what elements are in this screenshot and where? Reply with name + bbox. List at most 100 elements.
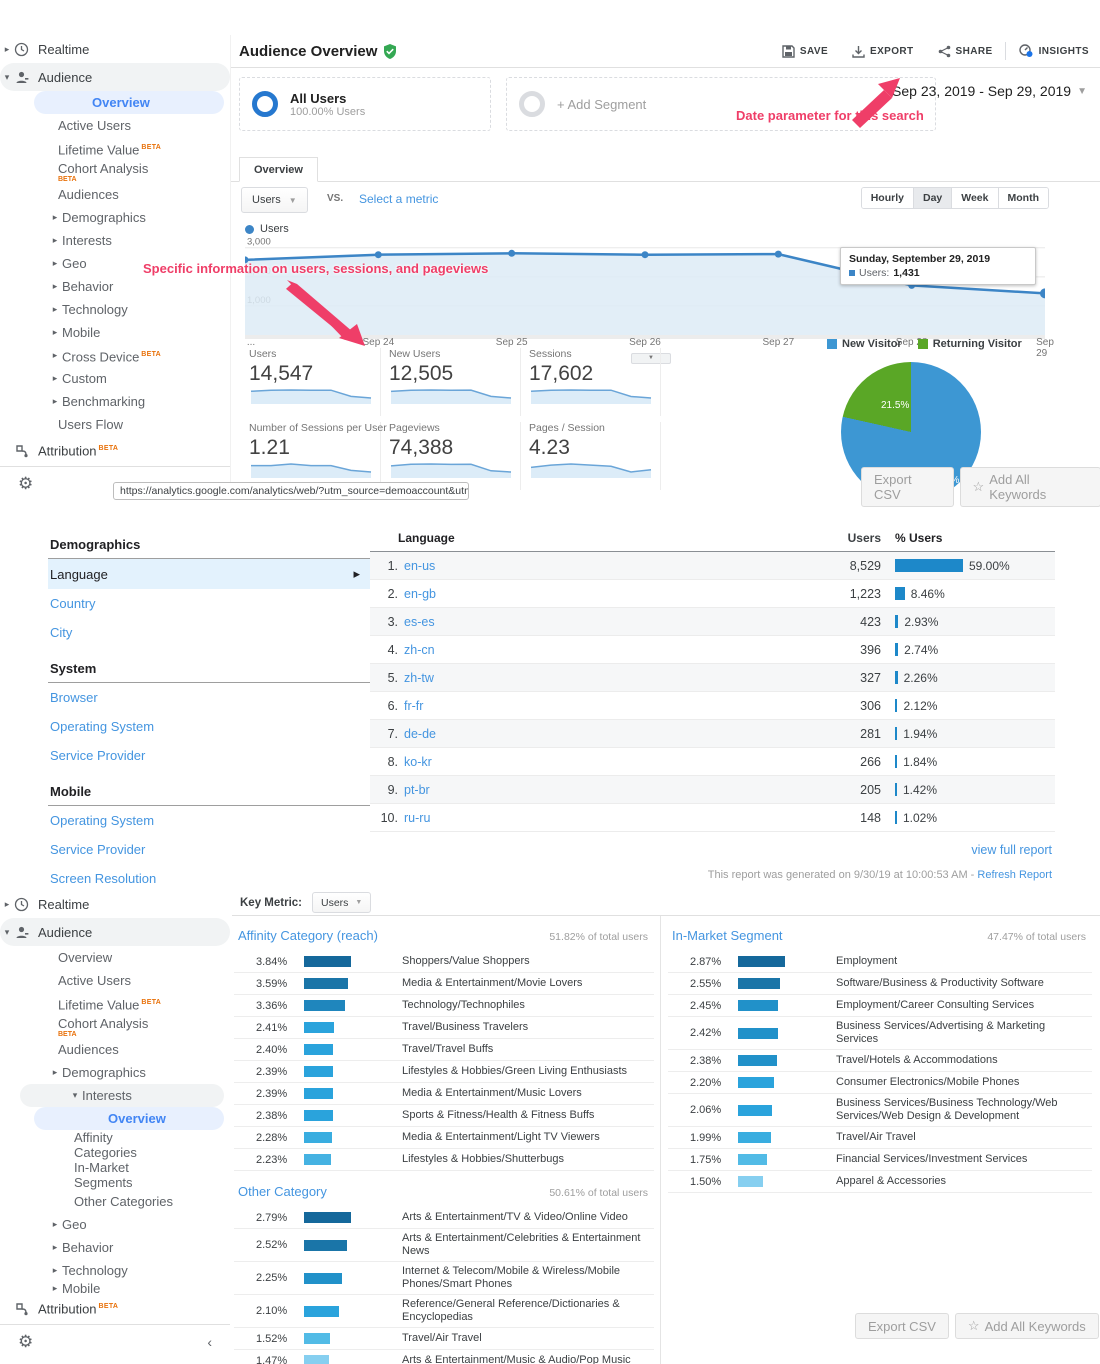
- sidebar-item-demographics[interactable]: ▸Demographics: [0, 206, 230, 229]
- table-row[interactable]: 6.fr-fr3062.12%: [370, 692, 1055, 720]
- language-link[interactable]: ru-ru: [404, 811, 811, 825]
- table-row[interactable]: 9.pt-br2051.42%: [370, 776, 1055, 804]
- sidebar-item-other-categories[interactable]: Other Categories: [0, 1190, 230, 1213]
- sidebar-item-audiences[interactable]: Audiences: [0, 183, 230, 206]
- table-row[interactable]: 3.es-es4232.93%: [370, 608, 1055, 636]
- language-link[interactable]: zh-tw: [404, 671, 811, 685]
- nav-link-screen-resolution[interactable]: Screen Resolution: [48, 864, 370, 893]
- sidebar-item-overview[interactable]: Overview: [34, 91, 224, 114]
- sidebar-item-mobile[interactable]: ▸Mobile: [0, 321, 230, 344]
- table-row[interactable]: 7.de-de2811.94%: [370, 720, 1055, 748]
- nav-link-language[interactable]: Language▸: [48, 559, 370, 589]
- granularity-hourly[interactable]: Hourly: [862, 188, 913, 208]
- header-action-save[interactable]: SAVE: [770, 35, 840, 67]
- sidebar-item-geo[interactable]: ▸Geo: [0, 1213, 230, 1236]
- sidebar-item-interests[interactable]: ▸Interests: [0, 229, 230, 252]
- sidebar-item-audiences[interactable]: Audiences: [0, 1038, 230, 1061]
- header-action-insights[interactable]: INSIGHTS: [1006, 35, 1100, 67]
- language-link[interactable]: zh-cn: [404, 643, 811, 657]
- sidebar-item-benchmarking[interactable]: ▸Benchmarking: [0, 390, 230, 413]
- sidebar-item-users-flow[interactable]: Users Flow: [0, 413, 230, 436]
- row-rank: 9.: [370, 783, 404, 797]
- users-timeline-chart[interactable]: 1,0002,0003,000 Sunday, September 29, 20…: [245, 235, 1045, 335]
- nav-link-service-provider[interactable]: Service Provider: [48, 835, 370, 864]
- sidebar-item-cohort-analysis[interactable]: Cohort AnalysisBETA: [0, 160, 230, 183]
- sidebar-item-active-users[interactable]: Active Users: [0, 969, 230, 992]
- nav-link-service-provider[interactable]: Service Provider: [48, 741, 370, 770]
- nav-link-country[interactable]: Country: [48, 589, 370, 618]
- sidebar-item-behavior[interactable]: ▸Behavior: [0, 275, 230, 298]
- card-title-link[interactable]: In-Market Segment: [672, 928, 783, 943]
- language-link[interactable]: pt-br: [404, 783, 811, 797]
- sidebar-item-affinity-categories[interactable]: Affinity Categories: [0, 1130, 230, 1160]
- sidebar-item-realtime[interactable]: ▸Realtime: [0, 35, 230, 63]
- row-bar-zone: [738, 1000, 826, 1011]
- language-link[interactable]: en-gb: [404, 587, 811, 601]
- header-action-share[interactable]: SHARE: [926, 35, 1005, 67]
- language-link[interactable]: fr-fr: [404, 699, 811, 713]
- card-title-link[interactable]: Other Category: [238, 1184, 327, 1199]
- sidebar-item-cross-device[interactable]: ▸Cross DeviceBETA: [0, 344, 230, 367]
- sidebar-item-attribution[interactable]: AttributionBETA: [0, 1294, 230, 1322]
- export-csv-button[interactable]: Export CSV: [855, 1313, 949, 1339]
- language-link[interactable]: ko-kr: [404, 755, 811, 769]
- nav-link-operating-system[interactable]: Operating System: [48, 712, 370, 741]
- tab-overview[interactable]: Overview: [239, 157, 318, 182]
- table-row[interactable]: 8.ko-kr2661.84%: [370, 748, 1055, 776]
- header-action-export[interactable]: EXPORT: [840, 35, 926, 67]
- tooltip-title: Sunday, September 29, 2019: [849, 253, 1027, 265]
- nav-link-city[interactable]: City: [48, 618, 370, 647]
- sidebar-item-cohort-analysis[interactable]: Cohort AnalysisBETA: [0, 1015, 230, 1038]
- row-bar-zone: [738, 1176, 826, 1187]
- granularity-month[interactable]: Month: [998, 188, 1049, 208]
- date-range-selector[interactable]: Sep 23, 2019 - Sep 29, 2019 ▼: [892, 83, 1087, 99]
- segment-all-users[interactable]: All Users 100.00% Users: [239, 77, 491, 131]
- granularity-week[interactable]: Week: [951, 188, 997, 208]
- nav-link-browser[interactable]: Browser: [48, 683, 370, 712]
- table-row[interactable]: 4.zh-cn3962.74%: [370, 636, 1055, 664]
- sidebar-item-lifetime-value[interactable]: Lifetime ValueBETA: [0, 137, 230, 160]
- sidebar-item-attribution[interactable]: AttributionBETA: [0, 436, 230, 464]
- language-link[interactable]: es-es: [404, 615, 811, 629]
- language-link[interactable]: en-us: [404, 559, 811, 573]
- sidebar-item-behavior[interactable]: ▸Behavior: [0, 1236, 230, 1259]
- row-users: 281: [811, 727, 881, 741]
- sidebar-item-in-market-segments[interactable]: In-Market Segments: [0, 1160, 230, 1190]
- sidebar-item-technology[interactable]: ▸Technology: [0, 1259, 230, 1282]
- gear-icon[interactable]: ⚙: [18, 1332, 33, 1352]
- collapse-sidebar-icon[interactable]: ‹: [207, 1334, 212, 1350]
- metric-dropdown[interactable]: Users ▼: [241, 187, 308, 213]
- row-pct: 2.42%: [668, 1027, 738, 1039]
- language-link[interactable]: de-de: [404, 727, 811, 741]
- sidebar-item-active-users[interactable]: Active Users: [0, 114, 230, 137]
- sidebar-item-overview[interactable]: Overview: [34, 1107, 224, 1130]
- row-bar-zone: [304, 956, 392, 967]
- card-title-link[interactable]: Affinity Category (reach): [238, 928, 378, 943]
- table-row[interactable]: 10.ru-ru1481.02%: [370, 804, 1055, 832]
- select-metric-link[interactable]: Select a metric: [359, 192, 438, 206]
- nav-link-operating-system[interactable]: Operating System: [48, 806, 370, 835]
- sidebar-item-realtime[interactable]: ▸Realtime: [0, 890, 230, 918]
- sidebar-item-mobile[interactable]: ▸Mobile: [0, 1282, 230, 1294]
- sidebar-item-audience[interactable]: ▾Audience: [0, 63, 230, 91]
- category-bar: [738, 1105, 772, 1116]
- refresh-report-link[interactable]: Refresh Report: [977, 869, 1052, 881]
- sidebar-item-overview[interactable]: Overview: [0, 946, 230, 969]
- gear-icon[interactable]: ⚙: [18, 474, 33, 494]
- granularity-day[interactable]: Day: [913, 188, 951, 208]
- add-all-keywords-button[interactable]: ☆Add All Keywords: [960, 467, 1100, 507]
- table-row[interactable]: 1.en-us8,52959.00%: [370, 552, 1055, 580]
- sidebar-item-lifetime-value[interactable]: Lifetime ValueBETA: [0, 992, 230, 1015]
- table-row[interactable]: 2.en-gb1,2238.46%: [370, 580, 1055, 608]
- key-metric-dropdown[interactable]: Users ▼: [312, 892, 371, 913]
- sidebar-item-audience[interactable]: ▾Audience: [0, 918, 230, 946]
- sidebar-item-technology[interactable]: ▸Technology: [0, 298, 230, 321]
- add-all-keywords-button[interactable]: ☆Add All Keywords: [955, 1313, 1099, 1339]
- sidebar-item-custom[interactable]: ▸Custom: [0, 367, 230, 390]
- sidebar-item-demographics[interactable]: ▸Demographics: [0, 1061, 230, 1084]
- sidebar-item-interests[interactable]: ▾Interests: [20, 1084, 224, 1107]
- export-csv-button[interactable]: Export CSV: [861, 467, 954, 507]
- view-full-report-link[interactable]: view full report: [971, 843, 1052, 857]
- metric-label: Pageviews: [389, 422, 514, 434]
- table-row[interactable]: 5.zh-tw3272.26%: [370, 664, 1055, 692]
